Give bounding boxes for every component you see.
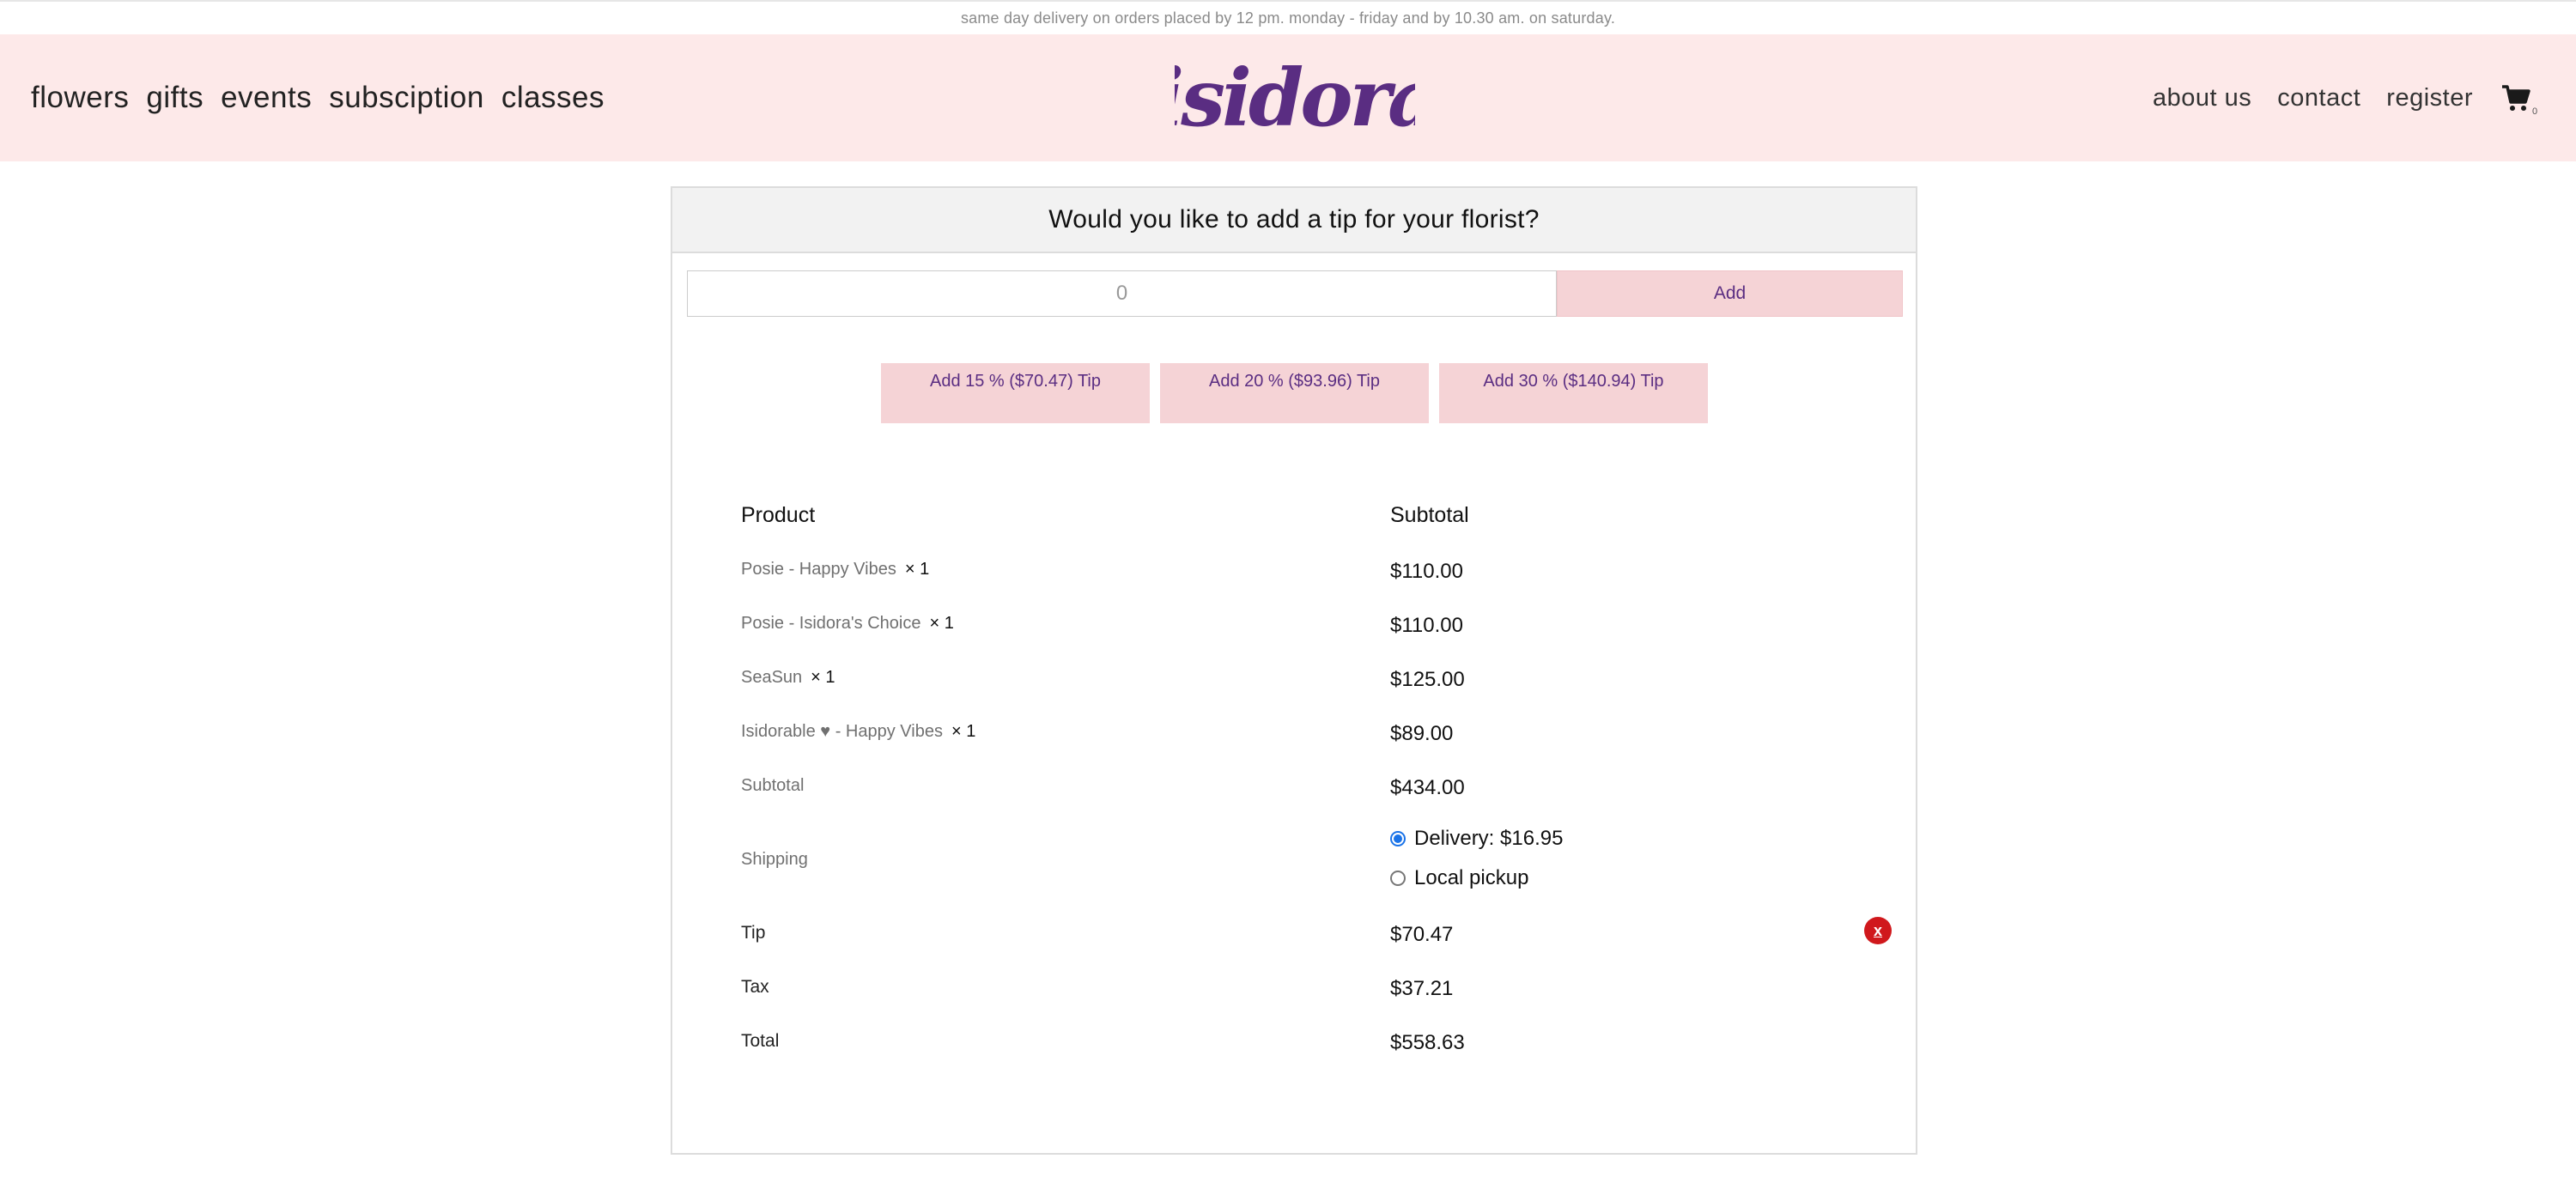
product-qty: × 1 — [951, 722, 976, 741]
product-price: $110.00 — [1390, 614, 1463, 637]
subtotal-value: $434.00 — [1390, 776, 1465, 799]
product-qty: × 1 — [811, 668, 835, 687]
product-qty: × 1 — [904, 560, 930, 579]
add-tip-button[interactable]: Add — [1557, 270, 1903, 317]
nav-register[interactable]: register — [2386, 84, 2473, 112]
tip-20-button[interactable]: Add 20 % ($93.96) Tip — [1160, 363, 1429, 423]
svg-text:isidora: isidora — [1175, 52, 1415, 144]
nav-about-us[interactable]: about us — [2153, 84, 2251, 112]
product-name: Posie - Isidora's Choice × 1 — [741, 614, 954, 633]
table-row: SeaSun × 1 $125.00 — [741, 668, 1857, 702]
product-name: Isidorable ♥ - Happy Vibes × 1 — [741, 722, 976, 741]
total-row: Total $558.63 — [741, 1031, 1857, 1065]
tip-label: Tip — [741, 923, 766, 943]
nav-classes[interactable]: classes — [501, 81, 605, 115]
pickup-radio[interactable] — [1390, 871, 1406, 886]
order-table-header: Product Subtotal — [741, 503, 1857, 537]
tip-amount-input[interactable] — [687, 270, 1557, 317]
shipping-row: Shipping — [741, 850, 1857, 884]
product-name: Posie - Happy Vibes × 1 — [741, 560, 930, 579]
cart-icon — [2502, 85, 2530, 111]
total-value: $558.63 — [1390, 1031, 1465, 1054]
tip-value: $70.47 — [1390, 923, 1454, 946]
tax-row: Tax $37.21 — [741, 977, 1857, 1011]
tip-row: Tip $70.47 — [741, 923, 1857, 957]
product-price: $125.00 — [1390, 668, 1465, 691]
subtotal-column-header: Subtotal — [1390, 503, 1469, 527]
tip-15-button[interactable]: Add 15 % ($70.47) Tip — [881, 363, 1150, 423]
product-column-header: Product — [741, 503, 816, 527]
nav-subscription[interactable]: subsciption — [329, 81, 484, 115]
announcement-bar: same day delivery on orders placed by 12… — [0, 0, 2576, 34]
total-label: Total — [741, 1031, 780, 1051]
product-price: $89.00 — [1390, 722, 1454, 745]
subtotal-label: Subtotal — [741, 776, 805, 795]
nav-contact[interactable]: contact — [2277, 84, 2360, 112]
remove-tip-button[interactable]: x — [1864, 917, 1892, 944]
tax-value: $37.21 — [1390, 977, 1454, 1000]
table-row: Posie - Isidora's Choice × 1 $110.00 — [741, 614, 1857, 648]
shipping-option-pickup[interactable]: Local pickup — [1390, 866, 1528, 890]
cart-count: 0 — [2532, 106, 2538, 117]
shipping-label: Shipping — [741, 850, 808, 869]
main-nav: flowers gifts events subsciption classes — [31, 34, 605, 161]
tip-panel-header: Would you like to add a tip for your flo… — [672, 188, 1916, 253]
nav-events[interactable]: events — [221, 81, 312, 115]
shipping-option-delivery[interactable]: Delivery: $16.95 — [1390, 827, 1563, 851]
subtotal-row: Subtotal $434.00 — [741, 776, 1857, 810]
secondary-nav: about us contact register — [2153, 34, 2473, 161]
announcement-text: same day delivery on orders placed by 12… — [960, 9, 1616, 27]
product-price: $110.00 — [1390, 560, 1463, 583]
nav-flowers[interactable]: flowers — [31, 81, 129, 115]
pickup-label: Local pickup — [1414, 866, 1529, 889]
product-qty: × 1 — [929, 614, 954, 633]
table-row: Posie - Happy Vibes × 1 $110.00 — [741, 560, 1857, 594]
isidora-logo[interactable]: isidora — [1175, 50, 1415, 151]
delivery-radio[interactable] — [1390, 831, 1406, 846]
checkout-panel: Would you like to add a tip for your flo… — [671, 186, 1917, 1155]
tip-30-button[interactable]: Add 30 % ($140.94) Tip — [1439, 363, 1708, 423]
delivery-label: Delivery: $16.95 — [1414, 827, 1564, 850]
tax-label: Tax — [741, 977, 769, 997]
product-name: SeaSun × 1 — [741, 668, 835, 687]
site-header: flowers gifts events subsciption classes… — [0, 34, 2576, 161]
nav-gifts[interactable]: gifts — [146, 81, 204, 115]
table-row: Isidorable ♥ - Happy Vibes × 1 $89.00 — [741, 722, 1857, 756]
cart-button[interactable]: 0 — [2501, 84, 2544, 122]
tip-panel-title: Would you like to add a tip for your flo… — [1048, 205, 1540, 234]
